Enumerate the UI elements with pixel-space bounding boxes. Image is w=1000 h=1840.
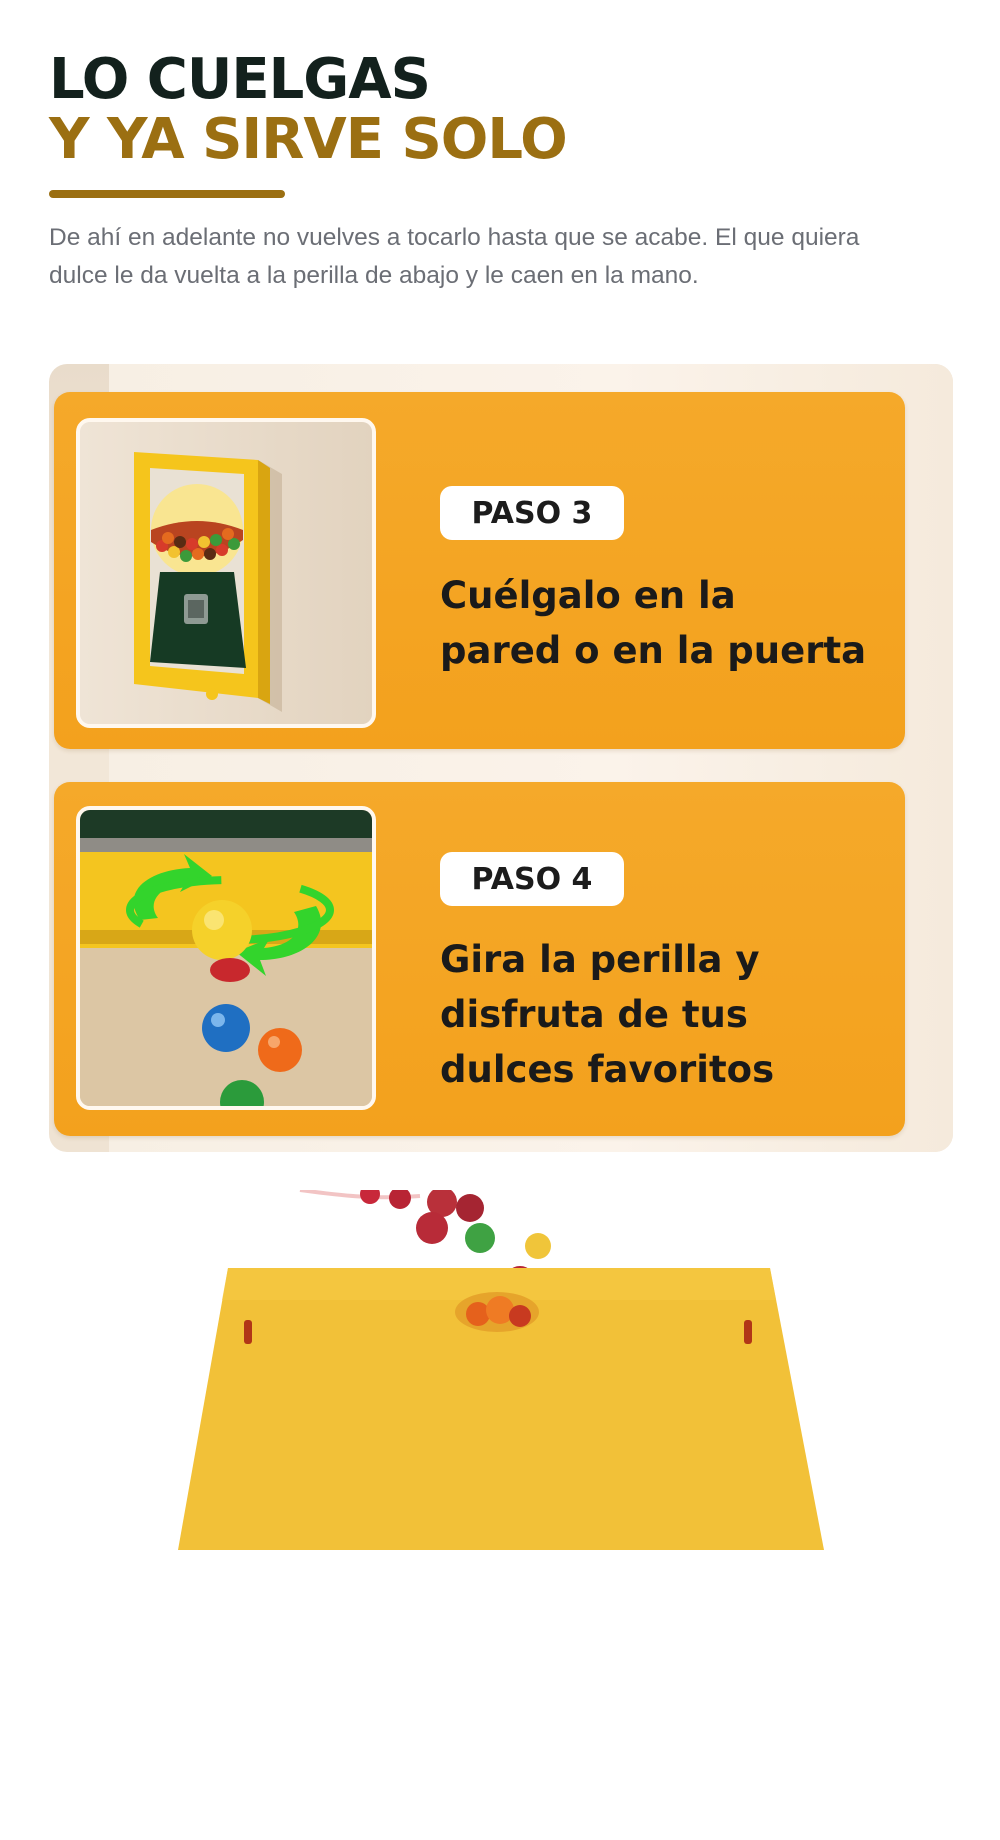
headline-line-1: LO CUELGAS bbox=[49, 47, 431, 112]
step-4-badge: PASO 4 bbox=[440, 852, 624, 906]
hero-section: LO CUELGAS Y YA SIRVE SOLO bbox=[49, 50, 949, 170]
step-4-text-line-1: Gira la perilla y bbox=[440, 938, 760, 981]
wall-dispenser-illustration bbox=[80, 422, 372, 724]
product-image bbox=[170, 1184, 850, 1550]
step-3-text-line-2: pared o en la puerta bbox=[440, 629, 867, 672]
step-4-description: Gira la perilla y disfruta de tus dulces… bbox=[440, 932, 880, 1097]
dispenser-board-illustration bbox=[178, 1184, 824, 1550]
title-underline bbox=[49, 190, 285, 198]
steps-image: PASO 3 Cuélgalo en la pared o en la puer… bbox=[49, 364, 953, 1152]
step-3-description: Cuélgalo en la pared o en la puerta bbox=[440, 568, 880, 678]
step-4-photo bbox=[76, 806, 376, 1110]
step-3-badge: PASO 3 bbox=[440, 486, 624, 540]
knob-rotation-illustration bbox=[80, 810, 372, 1106]
step-4-text-line-3: dulces favoritos bbox=[440, 1048, 775, 1091]
step-3-card: PASO 3 Cuélgalo en la pared o en la puer… bbox=[54, 392, 905, 749]
hero-paragraph: De ahí en adelante no vuelves a tocarlo … bbox=[49, 224, 860, 289]
step-4-text-line-2: disfruta de tus bbox=[440, 993, 748, 1036]
headline-line-2: Y YA SIRVE SOLO bbox=[49, 107, 568, 172]
step-3-text-line-1: Cuélgalo en la bbox=[440, 574, 736, 617]
step-3-photo bbox=[76, 418, 376, 728]
step-4-card: PASO 4 Gira la perilla y disfruta de tus… bbox=[54, 782, 905, 1136]
